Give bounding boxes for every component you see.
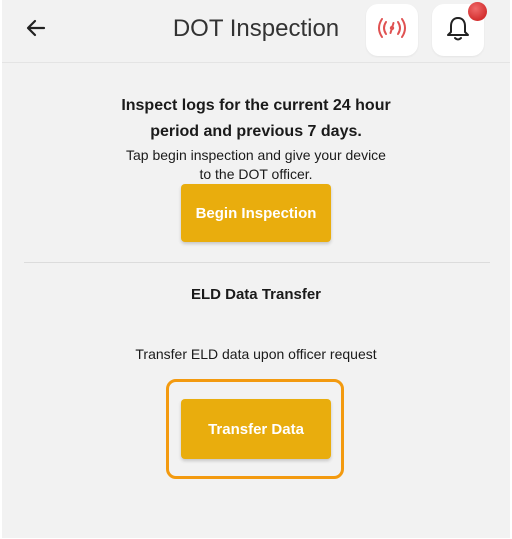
eld-transfer-description: Transfer ELD data upon officer request (135, 346, 377, 362)
inspection-heading-line2: period and previous 7 days. (150, 123, 362, 140)
inspection-instruction-line1: Tap begin inspection and give your devic… (126, 147, 386, 163)
inspection-heading: Inspect logs for the current 24 hour per… (2, 93, 510, 145)
begin-inspection-button[interactable]: Begin Inspection (181, 184, 331, 242)
inspection-instruction-line2: to the DOT officer. (199, 166, 313, 182)
eld-transfer-title: ELD Data Transfer (190, 286, 322, 303)
notification-badge (468, 2, 487, 21)
back-button[interactable] (16, 12, 56, 48)
section-divider (24, 262, 490, 263)
bell-icon (445, 14, 471, 47)
main-content: Inspect logs for the current 24 hour per… (2, 62, 510, 539)
connection-status-button[interactable] (366, 4, 418, 56)
dot-inspection-screen: DOT Inspection Inspect logs for the curr… (2, 0, 510, 538)
transfer-data-button[interactable]: Transfer Data (181, 399, 331, 459)
inspection-heading-line1: Inspect logs for the current 24 hour (121, 97, 391, 114)
inspection-instructions: Tap begin inspection and give your devic… (2, 146, 510, 184)
broadcast-signal-icon (376, 14, 408, 47)
app-header: DOT Inspection (2, 0, 510, 62)
arrow-left-icon (24, 16, 48, 45)
